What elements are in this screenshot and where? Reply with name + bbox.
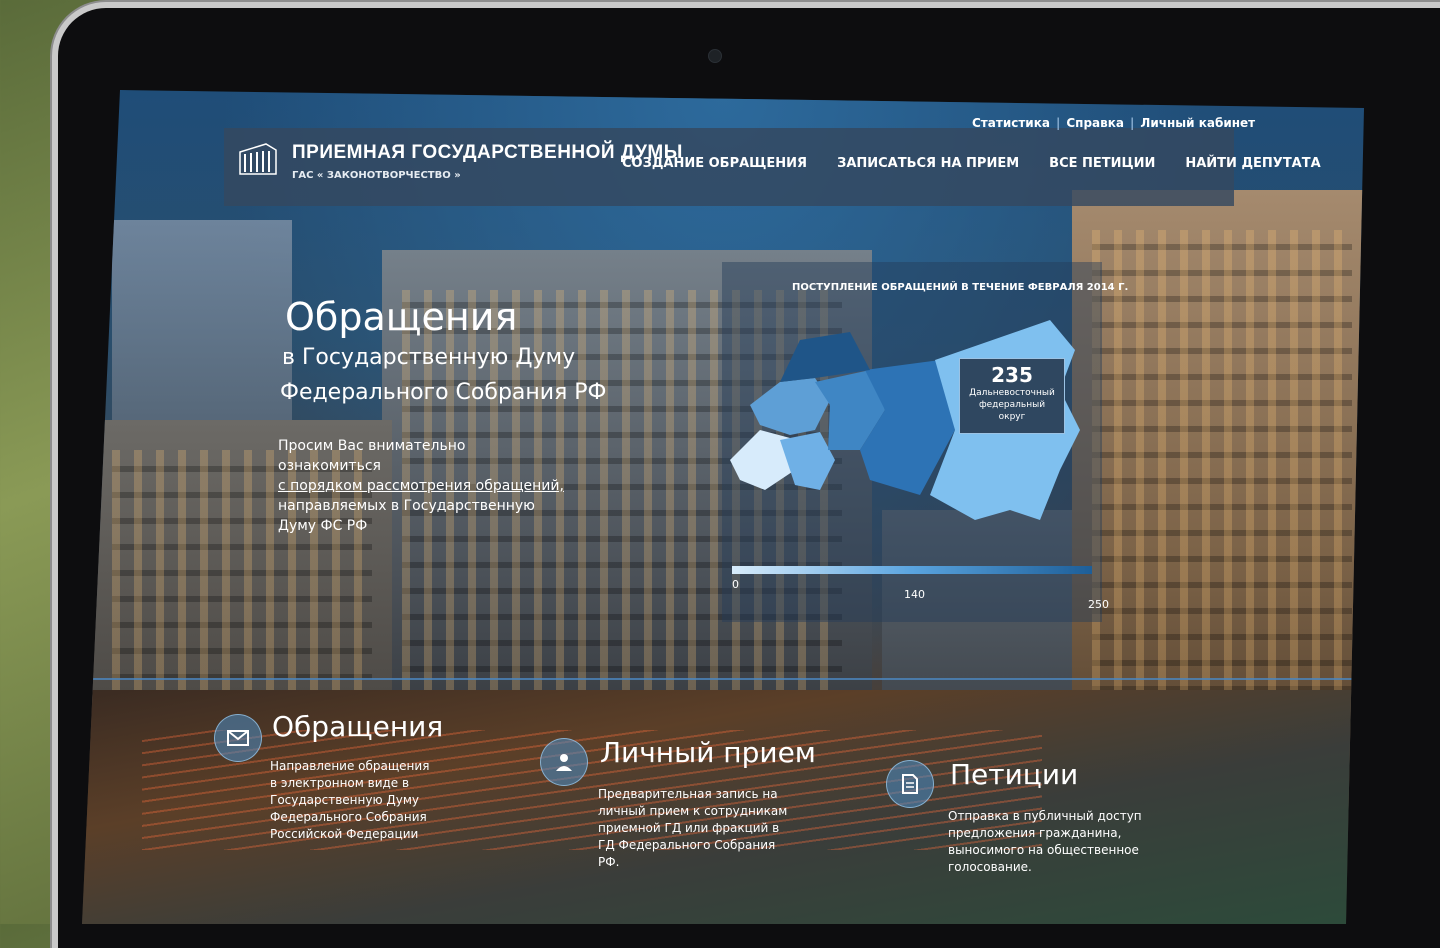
feature-title-appeals[interactable]: Обращения bbox=[272, 710, 443, 743]
nav-create-appeal[interactable]: СОЗДАНИЕ ОБРАЩЕНИЯ bbox=[622, 156, 807, 171]
feature-text-petitions: Отправка в публичный доступ предложения … bbox=[948, 809, 1142, 874]
hero-notice: Просим Вас внимательно ознакомиться с по… bbox=[278, 436, 568, 536]
hero-title: Обращения bbox=[285, 295, 518, 339]
duma-building-icon bbox=[239, 143, 277, 175]
feature-divider bbox=[82, 678, 1364, 680]
logo-subtitle: ГАС « ЗАКОНОТВОРЧЕСТВО » bbox=[292, 170, 461, 181]
main-nav: СОЗДАНИЕ ОБРАЩЕНИЯ ЗАПИСАТЬСЯ НА ПРИЕМ В… bbox=[622, 156, 1321, 171]
website-screen: ПРИЕМНАЯ ГОСУДАРСТВЕННОЙ ДУМЫ ГАС « ЗАКО… bbox=[82, 90, 1364, 924]
divider: | bbox=[1055, 116, 1061, 130]
map-scale-gradient bbox=[732, 566, 1092, 574]
scale-max-label: 250 bbox=[1088, 598, 1109, 611]
feature-text-reception: Предварительная запись на личный прием к… bbox=[598, 787, 788, 869]
nav-find-deputy[interactable]: НАЙТИ ДЕПУТАТА bbox=[1185, 156, 1320, 171]
person-icon[interactable] bbox=[540, 738, 588, 786]
hero-subtitle: Федерального Собрания РФ bbox=[280, 380, 607, 405]
link-personal-cabinet[interactable]: Личный кабинет bbox=[1140, 116, 1255, 130]
region-label: федеральный bbox=[978, 400, 1046, 410]
map-region-volga bbox=[780, 432, 835, 490]
map-scale bbox=[732, 566, 1092, 574]
top-links: Статистика | Справка | Личный кабинет bbox=[972, 116, 1255, 130]
region-value: 235 bbox=[991, 363, 1033, 387]
scale-min-label: 0 bbox=[732, 578, 739, 591]
region-label: Дальневосточный bbox=[969, 388, 1055, 398]
feature-text-appeals: Направление обращения в электронном виде… bbox=[270, 759, 430, 841]
hero-notice-text: направляемых в Государственную Думу ФС Р… bbox=[278, 498, 535, 534]
hero-notice-text: Просим Вас внимательно ознакомиться bbox=[278, 438, 466, 474]
feature-title-reception[interactable]: Личный прием bbox=[600, 736, 816, 769]
document-icon[interactable] bbox=[886, 760, 934, 808]
background-windows bbox=[1092, 230, 1352, 770]
divider: | bbox=[1129, 116, 1135, 130]
nav-all-petitions[interactable]: ВСЕ ПЕТИЦИИ bbox=[1049, 156, 1155, 171]
link-statistics[interactable]: Статистика bbox=[972, 116, 1050, 130]
procedure-link[interactable]: с порядком рассмотрения обращений, bbox=[278, 478, 564, 494]
russia-map bbox=[730, 320, 1080, 520]
link-help[interactable]: Справка bbox=[1066, 116, 1124, 130]
feature-title-petitions[interactable]: Петиции bbox=[950, 758, 1078, 791]
camera-icon bbox=[708, 49, 722, 63]
map-caption: ПОСТУПЛЕНИЕ ОБРАЩЕНИЙ В ТЕЧЕНИЕ ФЕВРАЛЯ … bbox=[792, 282, 1129, 293]
envelope-icon[interactable] bbox=[214, 714, 262, 762]
nav-book-appointment[interactable]: ЗАПИСАТЬСЯ НА ПРИЕМ bbox=[837, 156, 1019, 171]
hero-subtitle: в Государственную Думу bbox=[282, 345, 576, 370]
region-badge: 235 Дальневосточный федеральный округ bbox=[959, 358, 1065, 434]
scale-mid-label: 140 bbox=[904, 588, 925, 601]
region-label: округ bbox=[998, 412, 1026, 422]
